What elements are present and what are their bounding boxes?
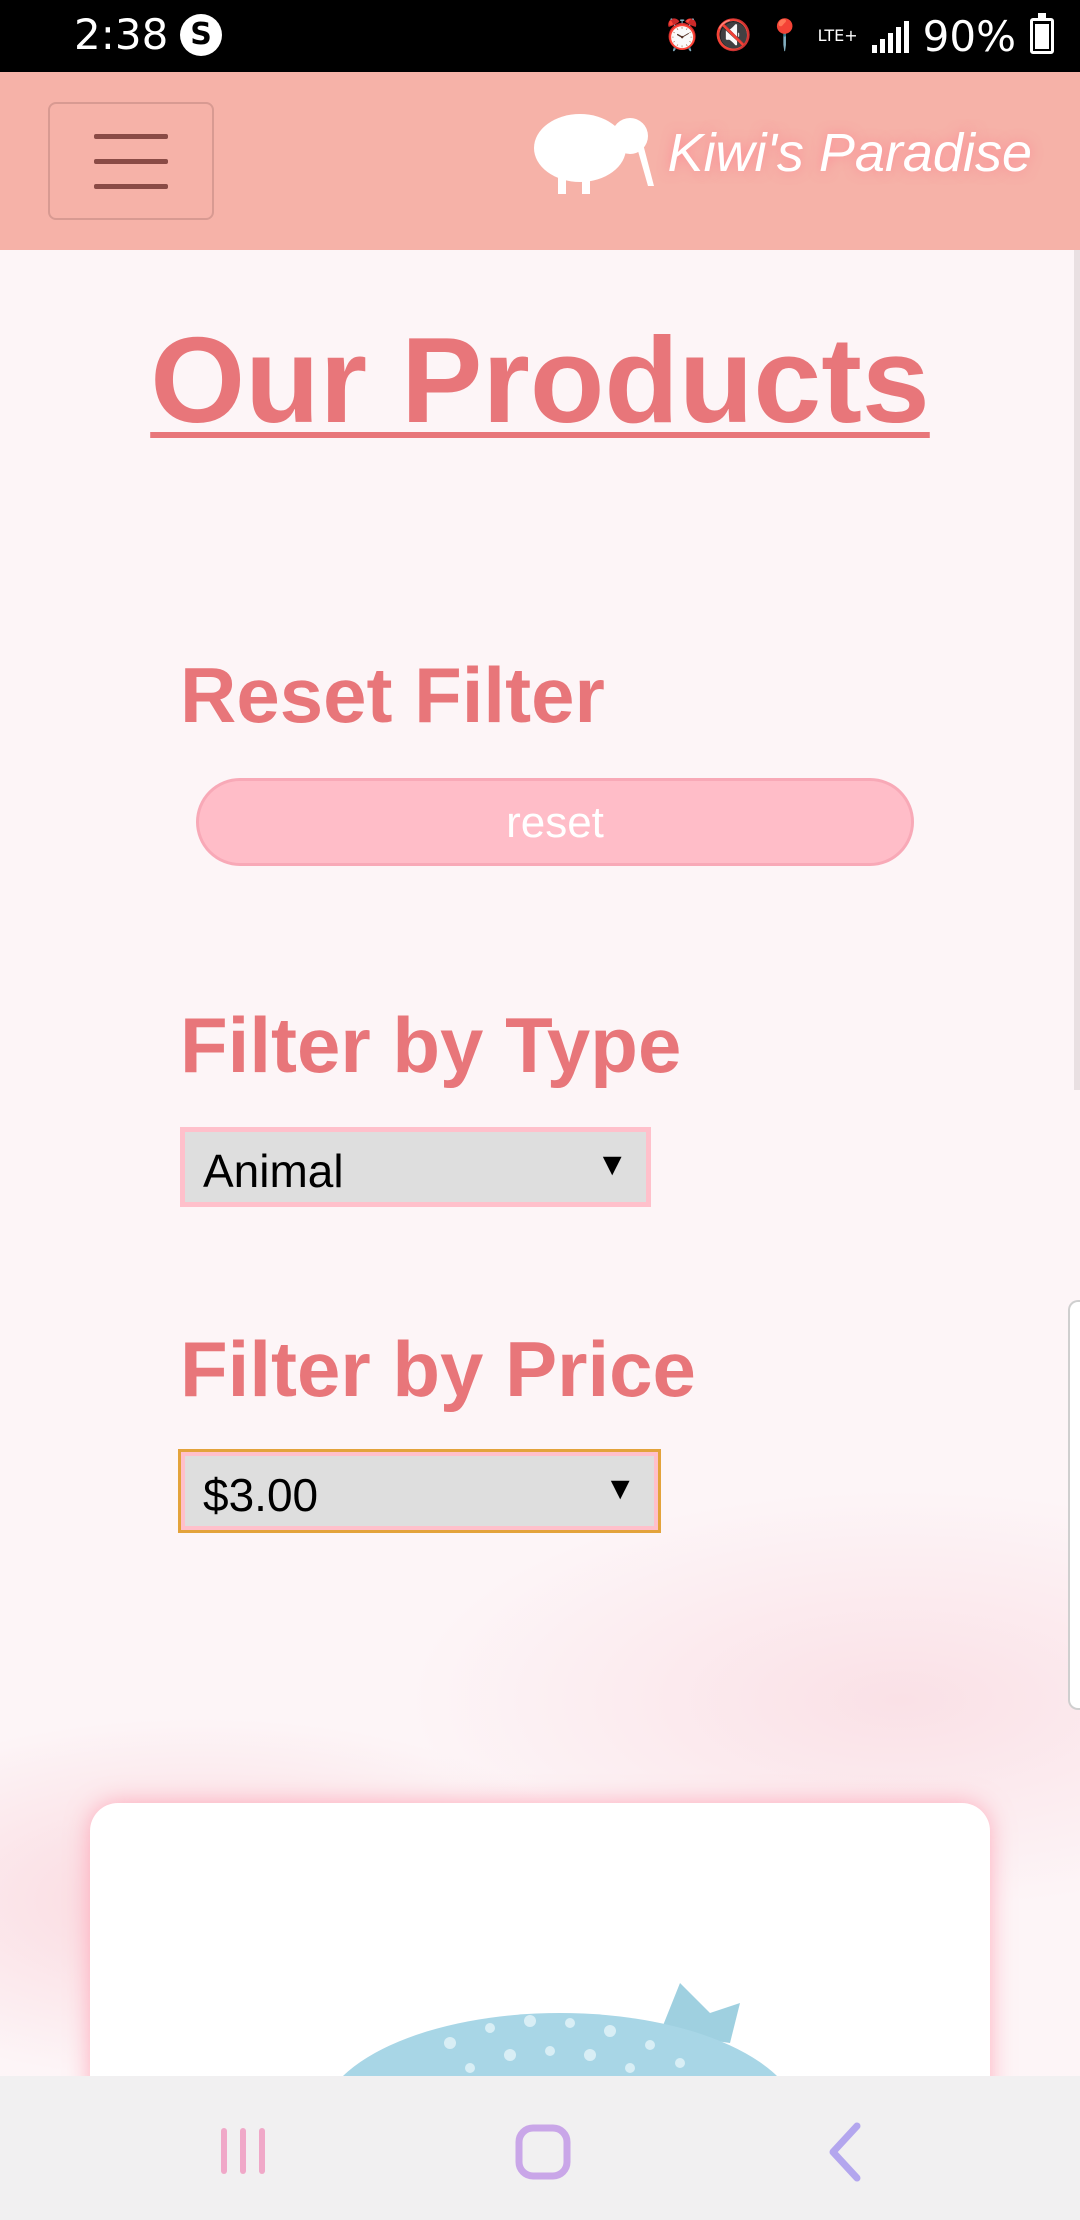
mute-icon: 🔇 bbox=[714, 18, 753, 53]
signal-icon bbox=[871, 19, 909, 53]
price-filter-select[interactable]: $3.00 ▼ bbox=[178, 1449, 661, 1533]
dropdown-arrow-icon: ▼ bbox=[604, 1470, 636, 1506]
hamburger-menu-icon bbox=[94, 134, 168, 139]
system-nav-bar bbox=[0, 2076, 1080, 2220]
reset-button[interactable]: reset bbox=[196, 778, 914, 866]
battery-percent: 90% bbox=[922, 11, 1016, 61]
recent-apps-icon[interactable] bbox=[203, 2112, 283, 2192]
price-filter-label: Filter by Price bbox=[180, 1325, 696, 1413]
price-filter-value: $3.00 bbox=[203, 1469, 319, 1521]
kiwi-bird-icon bbox=[533, 114, 654, 194]
home-icon[interactable] bbox=[503, 2112, 583, 2192]
dropdown-arrow-icon: ▼ bbox=[596, 1146, 628, 1182]
main-content: Our Products Reset Filter reset Filter b… bbox=[0, 250, 1080, 2076]
product-image bbox=[343, 1983, 777, 2076]
hamburger-line bbox=[94, 159, 168, 164]
status-time: 2:38 bbox=[74, 10, 169, 59]
back-icon[interactable] bbox=[807, 2112, 887, 2192]
lte-icon: LTE+ bbox=[817, 26, 858, 45]
hamburger-menu-button[interactable] bbox=[48, 102, 214, 220]
app-notification-icon: S bbox=[180, 14, 222, 56]
type-filter-select[interactable]: Animal ▼ bbox=[180, 1127, 651, 1207]
type-filter-label: Filter by Type bbox=[180, 1001, 682, 1089]
reset-filter-label: Reset Filter bbox=[180, 651, 605, 739]
location-icon: 📍 bbox=[766, 18, 804, 53]
side-panel-handle[interactable] bbox=[1068, 1300, 1080, 1710]
status-bar: 2:38 S ⏰ 🔇 📍 LTE+ 90% bbox=[0, 0, 1080, 72]
page-title: Our Products bbox=[150, 312, 930, 448]
alarm-icon: ⏰ bbox=[663, 18, 701, 53]
product-card[interactable] bbox=[90, 1803, 990, 2076]
brand[interactable]: Kiwi's Paradise bbox=[532, 110, 1032, 196]
type-filter-value: Animal bbox=[203, 1145, 344, 1197]
battery-icon bbox=[1030, 13, 1054, 54]
app-header: Kiwi's Paradise bbox=[0, 72, 1080, 250]
hamburger-line bbox=[94, 184, 168, 189]
brand-name: Kiwi's Paradise bbox=[667, 123, 1032, 183]
